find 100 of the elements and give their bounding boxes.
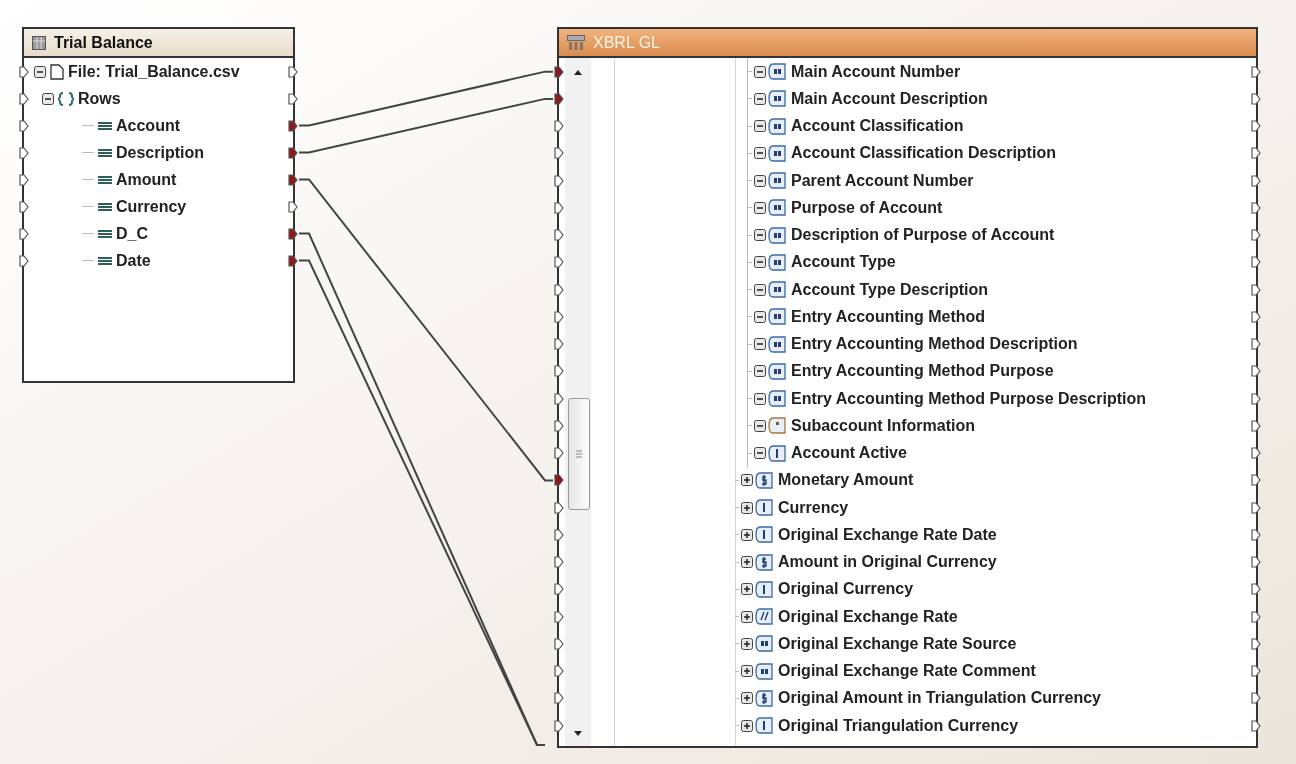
field-label[interactable]: Currency — [116, 194, 187, 219]
element-label[interactable]: Account Type — [791, 250, 896, 275]
port-icon[interactable] — [19, 173, 29, 186]
expand-icon[interactable] — [741, 501, 753, 514]
expand-icon[interactable] — [741, 528, 753, 541]
port-icon[interactable] — [19, 65, 29, 78]
port-icon[interactable] — [1251, 419, 1261, 432]
expand-icon[interactable] — [741, 583, 753, 596]
port-icon[interactable] — [1251, 174, 1261, 187]
expand-icon[interactable] — [741, 637, 753, 650]
port-icon[interactable] — [288, 65, 298, 78]
expand-icon[interactable] — [741, 474, 753, 487]
node-panel[interactable]: Trial Balance File: Trial_Balance.csv Rows Account Description Amount Currency D_C Date — [22, 27, 295, 383]
collapse-icon[interactable] — [754, 365, 766, 378]
element-label[interactable]: Original Exchange Rate — [778, 604, 958, 629]
collapse-icon[interactable] — [754, 392, 766, 405]
collapse-icon[interactable] — [754, 338, 766, 351]
port-icon[interactable] — [19, 92, 29, 105]
collapse-icon[interactable] — [754, 310, 766, 323]
element-label[interactable]: Currency — [778, 495, 849, 520]
port-icon[interactable] — [288, 227, 298, 240]
expand-icon[interactable] — [741, 610, 753, 623]
port-icon[interactable] — [1251, 501, 1261, 514]
port-icon[interactable] — [288, 200, 298, 213]
expand-icon[interactable] — [741, 692, 753, 705]
element-label[interactable]: Account Classification — [791, 114, 964, 139]
element-label[interactable]: Amount in Original Currency — [778, 550, 997, 575]
port-icon[interactable] — [1251, 583, 1261, 596]
node-panel[interactable] — [557, 27, 1258, 748]
port-icon[interactable] — [1251, 392, 1261, 405]
port-icon[interactable] — [19, 146, 29, 159]
port-icon[interactable] — [288, 173, 298, 186]
field-label[interactable]: Date — [116, 248, 151, 273]
port-icon[interactable] — [1251, 556, 1261, 569]
port-icon[interactable] — [19, 119, 29, 132]
port-icon[interactable] — [19, 254, 29, 267]
port-icon[interactable] — [1251, 147, 1261, 160]
element-label[interactable]: Parent Account Number — [791, 168, 974, 193]
element-label[interactable]: Entry Accounting Method Purpose — [791, 359, 1054, 384]
port-icon[interactable] — [1251, 719, 1261, 732]
port-icon[interactable] — [19, 227, 29, 240]
port-icon[interactable] — [1251, 92, 1261, 105]
expand-icon[interactable] — [741, 665, 753, 678]
element-label[interactable]: Entry Accounting Method Description — [791, 332, 1078, 357]
element-label[interactable]: Account Active — [791, 441, 907, 466]
collapse-icon[interactable] — [754, 201, 766, 214]
element-label[interactable]: Original Exchange Rate Date — [778, 522, 997, 547]
collapse-icon[interactable] — [754, 174, 766, 187]
scroll-thumb[interactable] — [568, 398, 590, 510]
element-label[interactable]: Original Exchange Rate Comment — [778, 659, 1036, 684]
port-icon[interactable] — [19, 200, 29, 213]
element-label[interactable]: Entry Accounting Method — [791, 304, 986, 329]
port-icon[interactable] — [1251, 201, 1261, 214]
port-icon[interactable] — [1251, 120, 1261, 133]
port-icon[interactable] — [1251, 528, 1261, 541]
scroll-up-icon[interactable] — [574, 70, 582, 75]
element-label[interactable]: Original Exchange Rate Source — [778, 631, 1017, 656]
field-label[interactable]: File: Trial_Balance.csv — [68, 59, 240, 84]
field-label[interactable]: D_C — [116, 221, 148, 246]
collapse-icon[interactable] — [754, 92, 766, 105]
element-label[interactable]: Main Account Number — [791, 59, 961, 84]
collapse-icon[interactable] — [754, 283, 766, 296]
port-icon[interactable] — [1251, 65, 1261, 78]
collapse-icon[interactable] — [754, 256, 766, 269]
port-icon[interactable] — [1251, 447, 1261, 460]
field-label[interactable]: Account — [116, 113, 180, 138]
element-label[interactable]: Original Triangulation Currency — [778, 713, 1019, 738]
expand-icon[interactable] — [741, 719, 753, 732]
collapse-icon[interactable] — [754, 229, 766, 242]
port-icon[interactable] — [1251, 474, 1261, 487]
element-label[interactable]: Purpose of Account — [791, 195, 943, 220]
element-label[interactable]: Main Account Description — [791, 86, 988, 111]
port-icon[interactable] — [1251, 310, 1261, 323]
port-icon[interactable] — [1251, 610, 1261, 623]
port-icon[interactable] — [1251, 637, 1261, 650]
element-label[interactable]: Monetary Amount — [778, 468, 914, 493]
port-icon[interactable] — [288, 119, 298, 132]
element-label[interactable]: Original Currency — [778, 577, 914, 602]
scroll-down-icon[interactable] — [574, 731, 582, 736]
collapse-icon[interactable] — [754, 147, 766, 160]
collapse-icon[interactable] — [754, 120, 766, 133]
port-icon[interactable] — [1251, 283, 1261, 296]
port-icon[interactable] — [1251, 256, 1261, 269]
port-icon[interactable] — [288, 92, 298, 105]
collapse-icon[interactable] — [42, 92, 54, 105]
element-label[interactable]: Entry Accounting Method Purpose Description — [791, 386, 1146, 411]
collapse-icon[interactable] — [754, 447, 766, 460]
element-label[interactable]: Description of Purpose of Account — [791, 223, 1055, 248]
field-label[interactable]: Rows — [78, 86, 121, 111]
collapse-icon[interactable] — [34, 65, 46, 78]
port-icon[interactable] — [1251, 665, 1261, 678]
field-label[interactable]: Description — [116, 140, 204, 165]
field-label[interactable]: Amount — [116, 167, 177, 192]
expand-icon[interactable] — [741, 556, 753, 569]
port-icon[interactable] — [1251, 692, 1261, 705]
element-label[interactable]: Account Type Description — [791, 277, 989, 302]
port-icon[interactable] — [288, 146, 298, 159]
collapse-icon[interactable] — [754, 419, 766, 432]
element-label[interactable]: Subaccount Information — [791, 413, 975, 438]
port-icon[interactable] — [1251, 365, 1261, 378]
